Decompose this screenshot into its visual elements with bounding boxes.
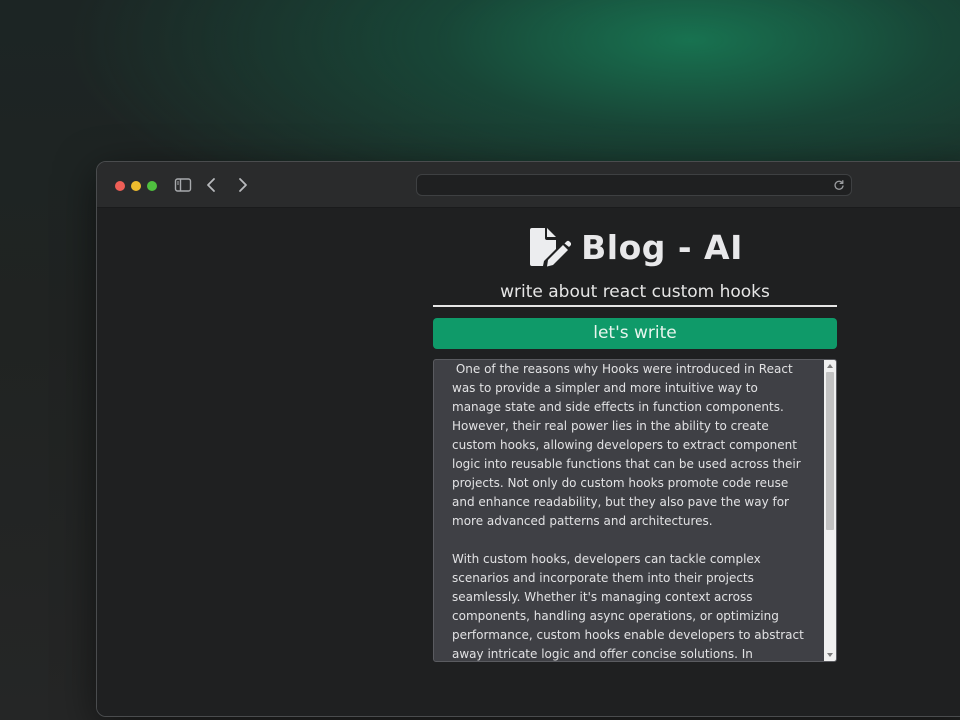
page-content: Blog - AI write about react custom hooks… bbox=[97, 209, 960, 716]
app-header: Blog - AI bbox=[433, 225, 837, 269]
output-textarea[interactable]: One of the reasons why Hooks were introd… bbox=[433, 359, 837, 662]
blog-ai-app: Blog - AI write about react custom hooks… bbox=[433, 225, 837, 662]
close-window-button[interactable] bbox=[115, 181, 125, 191]
scroll-up-arrow-icon[interactable] bbox=[824, 360, 836, 372]
address-bar[interactable] bbox=[416, 174, 852, 196]
output-scrollbar[interactable] bbox=[824, 360, 836, 661]
topic-input[interactable]: write about react custom hooks bbox=[433, 281, 837, 307]
browser-titlebar bbox=[97, 162, 960, 208]
write-button[interactable]: let's write bbox=[433, 318, 837, 349]
sidebar-icon[interactable] bbox=[174, 177, 192, 193]
chevron-left-icon[interactable] bbox=[203, 177, 221, 193]
page-title: Blog - AI bbox=[581, 227, 743, 267]
maximize-window-button[interactable] bbox=[147, 181, 157, 191]
browser-window: Blog - AI write about react custom hooks… bbox=[96, 161, 960, 717]
scrollbar-thumb[interactable] bbox=[826, 372, 834, 530]
generated-blog-text: One of the reasons why Hooks were introd… bbox=[452, 362, 804, 661]
reload-icon[interactable] bbox=[833, 179, 845, 191]
scroll-down-arrow-icon[interactable] bbox=[824, 649, 836, 661]
file-pen-icon bbox=[530, 228, 572, 267]
chevron-right-icon[interactable] bbox=[233, 177, 251, 193]
minimize-window-button[interactable] bbox=[131, 181, 141, 191]
